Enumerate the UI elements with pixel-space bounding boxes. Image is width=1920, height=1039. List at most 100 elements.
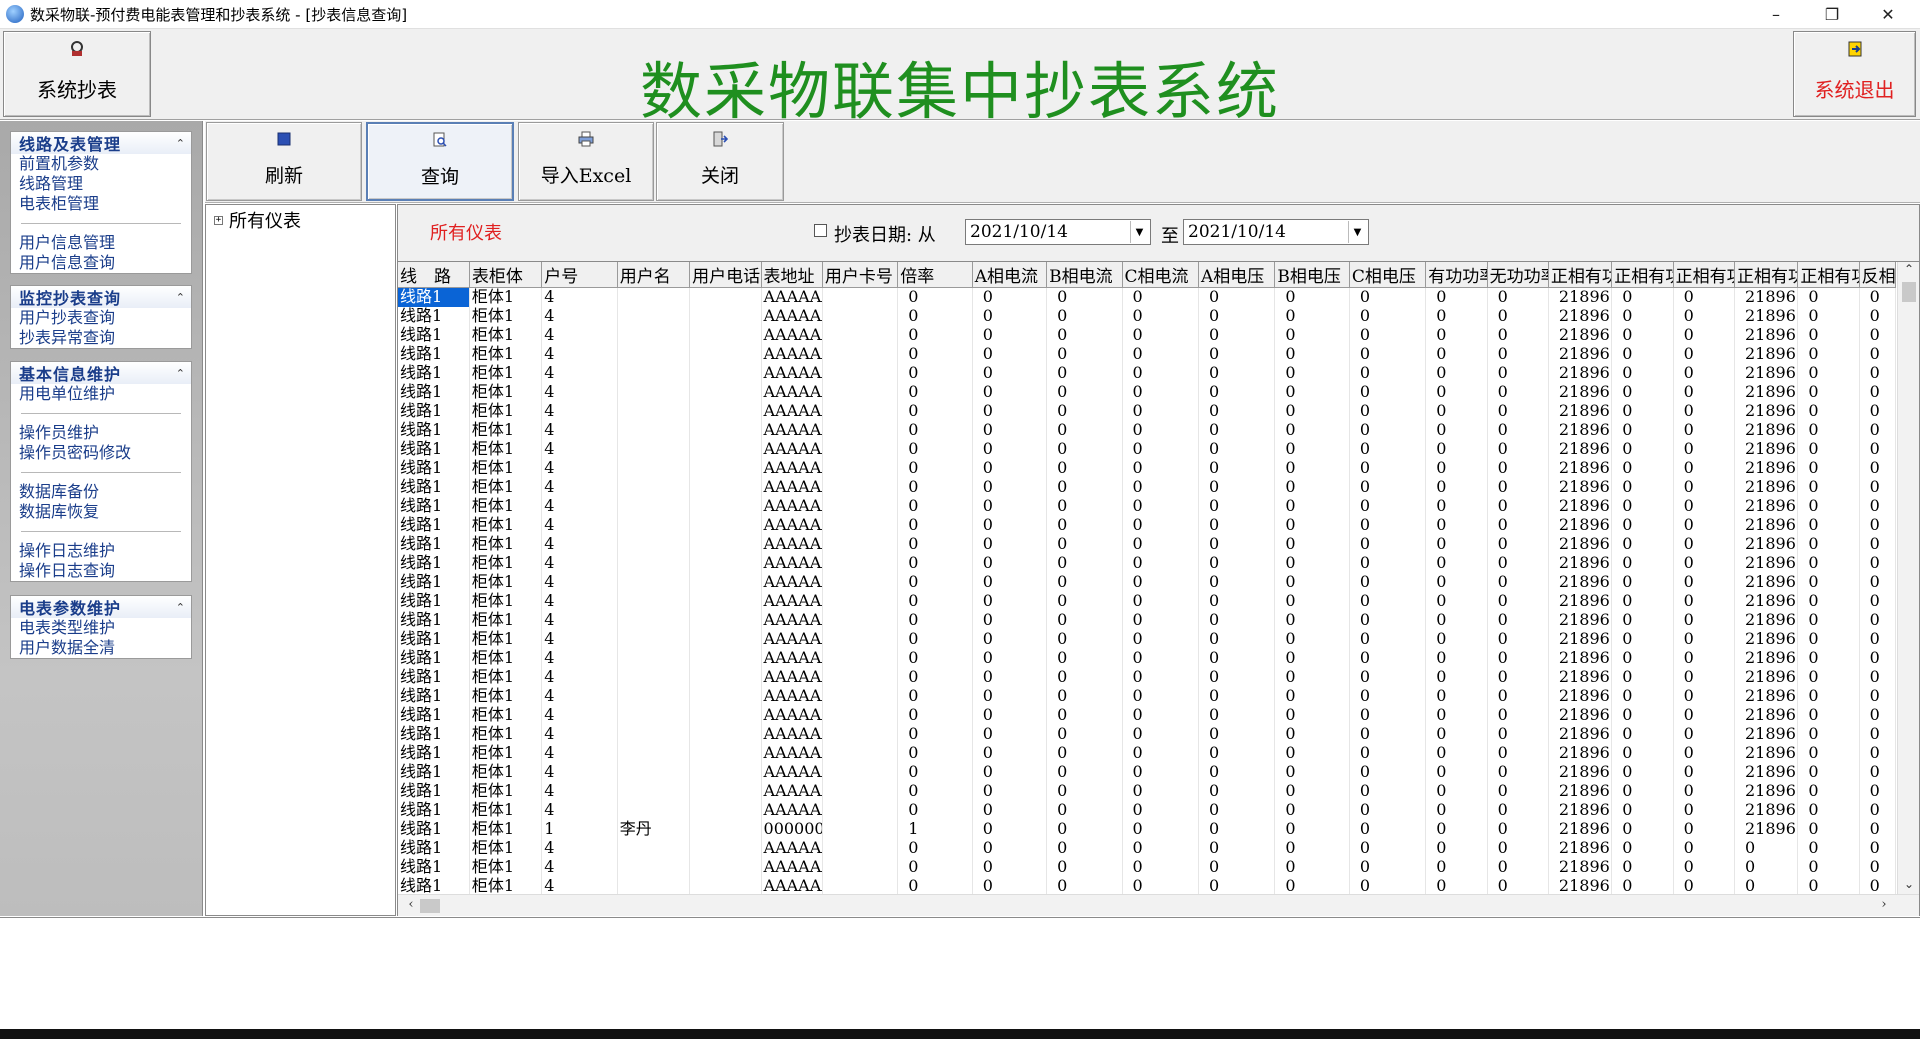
- table-cell[interactable]: 21896.0: [1734, 781, 1799, 801]
- nav-item-line-manage[interactable]: 线路管理: [11, 174, 191, 194]
- table-cell[interactable]: 0: [1425, 496, 1488, 516]
- table-cell[interactable]: [617, 648, 691, 668]
- table-cell[interactable]: 4: [541, 591, 618, 611]
- table-cell[interactable]: 4: [541, 781, 618, 801]
- table-cell[interactable]: 0: [1859, 781, 1897, 801]
- table-cell[interactable]: [822, 686, 899, 706]
- table-cell[interactable]: 0: [1046, 287, 1123, 307]
- table-cell[interactable]: 0: [1198, 667, 1276, 687]
- table-cell[interactable]: 0: [1425, 724, 1488, 744]
- table-cell[interactable]: 0: [1349, 458, 1427, 478]
- table-cell[interactable]: 0: [1274, 648, 1350, 668]
- table-cell[interactable]: [822, 477, 899, 497]
- table-cell[interactable]: 0: [1349, 648, 1427, 668]
- table-cell[interactable]: 柜体1: [469, 876, 543, 896]
- table-cell[interactable]: 0: [1797, 610, 1860, 630]
- table-cell[interactable]: 0: [1487, 857, 1549, 877]
- nav-item-user-query[interactable]: 用户信息查询: [11, 253, 191, 273]
- table-cell[interactable]: 0: [897, 762, 973, 782]
- table-row[interactable]: 线路1柜体14AAAAAA3000000000021896.00021896.0…: [398, 363, 1897, 383]
- table-cell[interactable]: 线路1: [398, 515, 470, 535]
- table-cell[interactable]: 0: [1198, 325, 1276, 345]
- date-filter-checkbox[interactable]: [814, 224, 827, 237]
- table-cell[interactable]: AAAAAA30: [761, 325, 823, 345]
- table-cell[interactable]: 0: [1425, 572, 1488, 592]
- table-cell[interactable]: AAAAAA30: [761, 591, 823, 611]
- table-cell[interactable]: 0: [1487, 667, 1549, 687]
- table-cell[interactable]: 0: [1274, 876, 1350, 896]
- table-cell[interactable]: 0: [1046, 496, 1123, 516]
- table-row[interactable]: 线路1柜体14AAAAAA3000000000021896.00021896.0…: [398, 553, 1897, 573]
- table-cell[interactable]: 0: [1859, 382, 1897, 402]
- table-cell[interactable]: [689, 344, 762, 364]
- table-cell[interactable]: 0: [1797, 382, 1860, 402]
- column-header[interactable]: 反相有功: [1859, 262, 1897, 288]
- table-cell[interactable]: 0: [1797, 553, 1860, 573]
- table-cell[interactable]: 0: [1349, 838, 1427, 858]
- table-cell[interactable]: 0: [1673, 876, 1735, 896]
- table-cell[interactable]: 0: [1198, 591, 1276, 611]
- table-cell[interactable]: 21896.0: [1548, 610, 1613, 630]
- table-cell[interactable]: 0: [1611, 610, 1674, 630]
- table-cell[interactable]: [822, 724, 899, 744]
- table-cell[interactable]: [617, 781, 691, 801]
- table-cell[interactable]: [822, 743, 899, 763]
- table-cell[interactable]: 21896.0: [1548, 534, 1613, 554]
- table-cell[interactable]: 0: [1046, 401, 1123, 421]
- table-cell[interactable]: 0: [1611, 781, 1674, 801]
- table-cell[interactable]: [822, 534, 899, 554]
- table-cell[interactable]: 0: [1673, 819, 1735, 839]
- table-cell[interactable]: 0: [1673, 420, 1735, 440]
- table-cell[interactable]: 21896.0: [1734, 762, 1799, 782]
- table-cell[interactable]: 0: [1797, 344, 1860, 364]
- nav-item-operator-maintain[interactable]: 操作员维护: [11, 423, 191, 443]
- table-cell[interactable]: AAAAAA30: [761, 838, 823, 858]
- table-cell[interactable]: 0: [1349, 667, 1427, 687]
- table-cell[interactable]: 0: [1425, 553, 1488, 573]
- table-cell[interactable]: 0: [1734, 857, 1799, 877]
- table-cell[interactable]: 0: [1122, 363, 1199, 383]
- table-cell[interactable]: [617, 800, 691, 820]
- table-cell[interactable]: 0: [1349, 534, 1427, 554]
- column-header[interactable]: B相电流: [1046, 262, 1123, 288]
- column-header[interactable]: 用户名: [617, 262, 691, 288]
- table-cell[interactable]: 0: [897, 401, 973, 421]
- table-cell[interactable]: [822, 819, 899, 839]
- table-cell[interactable]: 0: [1859, 705, 1897, 725]
- table-cell[interactable]: 1: [897, 819, 973, 839]
- table-cell[interactable]: 21896.0: [1548, 781, 1613, 801]
- table-cell[interactable]: 0: [1859, 724, 1897, 744]
- table-cell[interactable]: 线路1: [398, 287, 470, 307]
- table-cell[interactable]: 0: [1425, 686, 1488, 706]
- table-cell[interactable]: 0: [1487, 572, 1549, 592]
- table-cell[interactable]: 0: [1797, 762, 1860, 782]
- table-cell[interactable]: 21896.0: [1734, 496, 1799, 516]
- table-cell[interactable]: AAAAAA30: [761, 686, 823, 706]
- table-cell[interactable]: 0: [1797, 572, 1860, 592]
- table-cell[interactable]: 线路1: [398, 439, 470, 459]
- table-cell[interactable]: 线路1: [398, 686, 470, 706]
- table-cell[interactable]: 0: [972, 667, 1048, 687]
- table-cell[interactable]: 0: [897, 534, 973, 554]
- nav-item-log-maintain[interactable]: 操作日志维护: [11, 541, 191, 561]
- table-cell[interactable]: 0: [1673, 572, 1735, 592]
- table-cell[interactable]: [822, 439, 899, 459]
- table-cell[interactable]: 4: [541, 762, 618, 782]
- table-cell[interactable]: [617, 363, 691, 383]
- table-cell[interactable]: 0: [1797, 439, 1860, 459]
- table-cell[interactable]: [689, 401, 762, 421]
- table-cell[interactable]: 0: [1046, 382, 1123, 402]
- table-cell[interactable]: 21896.0: [1548, 477, 1613, 497]
- table-cell[interactable]: 4: [541, 553, 618, 573]
- table-cell[interactable]: 0: [1611, 439, 1674, 459]
- table-cell[interactable]: AAAAAA30: [761, 515, 823, 535]
- table-cell[interactable]: [822, 781, 899, 801]
- table-cell[interactable]: 柜体1: [469, 287, 543, 307]
- table-cell[interactable]: 0: [1274, 857, 1350, 877]
- table-cell[interactable]: 0: [972, 629, 1048, 649]
- table-cell[interactable]: 0: [1859, 477, 1897, 497]
- table-cell[interactable]: 0: [1611, 496, 1674, 516]
- table-cell[interactable]: 0: [1425, 610, 1488, 630]
- table-cell[interactable]: 0: [1425, 534, 1488, 554]
- table-cell[interactable]: [822, 382, 899, 402]
